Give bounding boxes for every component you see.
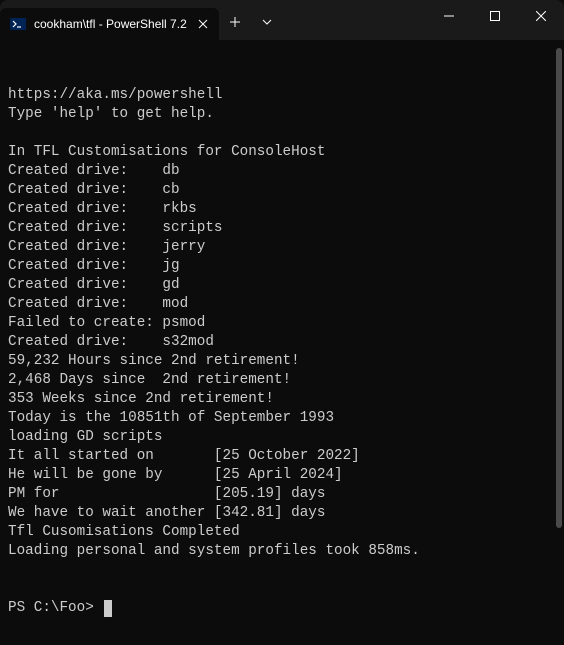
titlebar-controls: [219, 0, 283, 40]
terminal-line: 2,468 Days since 2nd retirement!: [8, 371, 556, 390]
powershell-icon: [10, 16, 26, 32]
terminal-line: Created drive: db: [8, 162, 556, 181]
terminal-output[interactable]: https://aka.ms/powershellType 'help' to …: [0, 40, 564, 645]
cursor: [104, 600, 112, 617]
close-window-button[interactable]: [518, 0, 564, 32]
terminal-line: Created drive: s32mod: [8, 333, 556, 352]
terminal-line: He will be gone by [25 April 2024]: [8, 466, 556, 485]
terminal-line: https://aka.ms/powershell: [8, 86, 556, 105]
terminal-line: Created drive: mod: [8, 295, 556, 314]
terminal-line: 59,232 Hours since 2nd retirement!: [8, 352, 556, 371]
maximize-button[interactable]: [472, 0, 518, 32]
minimize-button[interactable]: [426, 0, 472, 32]
terminal-line: Tfl Cusomisations Completed: [8, 523, 556, 542]
terminal-line: PM for [205.19] days: [8, 485, 556, 504]
terminal-line: Today is the 10851th of September 1993: [8, 409, 556, 428]
terminal-line: We have to wait another [342.81] days: [8, 504, 556, 523]
terminal-line: Created drive: rkbs: [8, 200, 556, 219]
scrollbar[interactable]: [556, 48, 562, 528]
tab-title: cookham\tfl - PowerShell 7.2: [34, 17, 187, 31]
terminal-line: Created drive: cb: [8, 181, 556, 200]
new-tab-button[interactable]: [219, 6, 251, 38]
terminal-line: Failed to create: psmod: [8, 314, 556, 333]
terminal-line: Created drive: jg: [8, 257, 556, 276]
terminal-tab[interactable]: cookham\tfl - PowerShell 7.2: [0, 8, 219, 40]
terminal-line: Created drive: gd: [8, 276, 556, 295]
terminal-line: [8, 124, 556, 143]
terminal-line: 353 Weeks since 2nd retirement!: [8, 390, 556, 409]
terminal-line: In TFL Customisations for ConsoleHost: [8, 143, 556, 162]
tab-dropdown-button[interactable]: [251, 6, 283, 38]
window-controls: [426, 0, 564, 40]
titlebar: cookham\tfl - PowerShell 7.2: [0, 0, 564, 40]
terminal-line: loading GD scripts: [8, 428, 556, 447]
prompt-text: PS C:\Foo>: [8, 599, 102, 618]
terminal-line: Type 'help' to get help.: [8, 105, 556, 124]
terminal-line: It all started on [25 October 2022]: [8, 447, 556, 466]
terminal-line: Loading personal and system profiles too…: [8, 542, 556, 561]
terminal-line: Created drive: scripts: [8, 219, 556, 238]
prompt-line: PS C:\Foo>: [8, 599, 556, 618]
close-tab-button[interactable]: [195, 16, 211, 32]
terminal-line: Created drive: jerry: [8, 238, 556, 257]
